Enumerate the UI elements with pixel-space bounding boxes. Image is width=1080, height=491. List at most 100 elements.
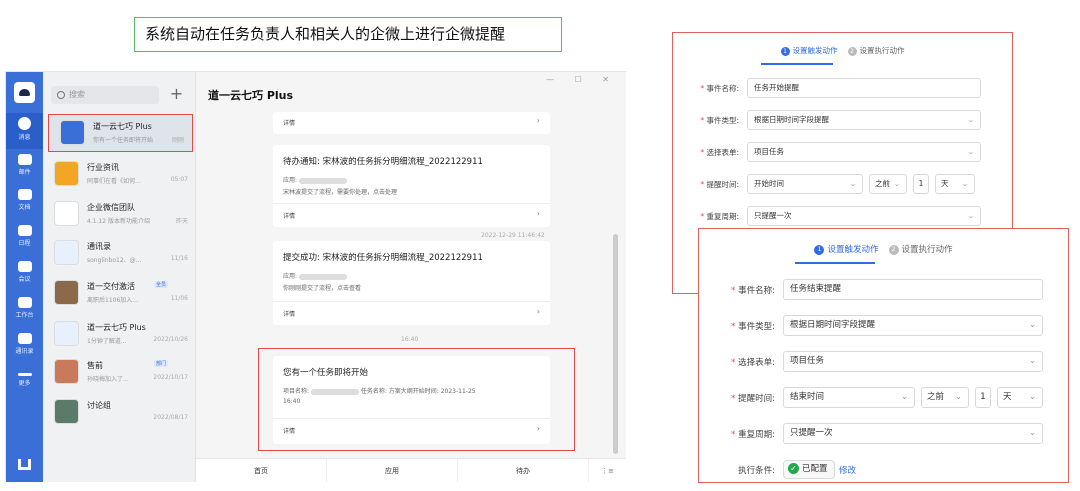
form-field[interactable]: 根据日期时间字段提醒 ⌄ [783,315,1043,336]
step-indicator: 1 设置触发动作 2 设置执行动作 [699,243,1068,255]
conversation-preview: 4.1.12 版本新功能介绍 [87,218,150,225]
mail-icon [17,154,32,165]
conversation-item[interactable]: 通讯录 songlinbo12、@... 11/16 [43,235,196,273]
exec-condition-row: 执行条件: ✓ 已配置 修改 [699,459,1068,480]
rail-workbench[interactable]: 工作台 [6,293,43,329]
form-label: 重复周期: [673,211,739,222]
form-row: 事件名称: 任务开始提醒 [673,78,1012,98]
search-input[interactable]: 搜索 [51,86,159,104]
avatar [54,161,79,186]
form-row: 选择表单: 项目任务⌄ [673,142,1012,162]
form-field[interactable]: 任务开始提醒 [747,78,981,98]
card-app-line: 应用: [283,175,347,184]
settings-icon[interactable] [18,459,31,470]
conversation-item[interactable]: 行业资讯 同事们在看《如何... 05:07 [43,156,196,194]
edit-link[interactable]: 修改 [839,464,856,476]
card-desc: 宋林波提交了流程，需要你处理，点击处理 [283,189,398,196]
chevron-down-icon: ⌄ [849,179,856,188]
avatar [54,399,79,424]
configured-badge: ✓ 已配置 [783,460,835,479]
step-trigger[interactable]: 1 设置触发动作 [814,244,879,255]
avatar [54,280,79,305]
rail-meeting[interactable]: 会议 [6,257,43,293]
chevron-down-icon: ⌄ [1028,356,1036,366]
form-row: 事件类型: 根据日期时间字段提醒⌄ [699,315,1068,336]
more-icon [17,373,32,376]
conversation-name: 企业微信团队 [87,203,135,212]
form-field[interactable]: 开始时间 ⌄ [747,174,863,194]
step-exec[interactable]: 2 设置执行动作 [847,46,905,56]
before-after-select[interactable]: 之前 ⌄ [869,174,907,194]
form-field[interactable]: 只提醒一次 ⌄ [747,206,981,226]
detail-link[interactable]: 详情 [283,211,295,220]
rail-mail[interactable]: 邮件 [6,150,43,186]
avatar [60,120,85,145]
form-label: 事件类型: [673,115,739,126]
scrollbar[interactable] [613,234,618,454]
conversation-name: 行业资讯 [87,163,119,172]
chevron-down-icon: ⌄ [900,392,908,402]
conversation-name: 售前 [87,361,103,370]
before-after-select[interactable]: 之前 ⌄ [921,387,969,408]
conversation-preview: 离职后1106加入... [87,297,138,304]
chevron-down-icon: ⌄ [961,179,968,188]
step-trigger[interactable]: 1 设置触发动作 [780,46,838,56]
rail-more[interactable]: 更多 [6,365,43,401]
offset-input[interactable]: 1 [913,174,929,194]
card-desc: 你刚刚提交了流程，点击查看 [283,285,362,292]
message-icon [18,117,31,130]
form-field[interactable]: 根据日期时间字段提醒 ⌄ [747,110,981,130]
tab-todo[interactable]: 待办 [458,459,589,482]
caption-banner: 系统自动在任务负责人和相关人的企微上进行企微提醒 [134,17,562,52]
unit-select[interactable]: 天 ⌄ [997,387,1043,408]
chevron-down-icon: ⌄ [1028,392,1036,402]
detail-link[interactable]: 详情 [283,118,295,127]
form-field[interactable]: 任务结束提醒 [783,279,1043,300]
menu-icon[interactable]: ⋮≡ [589,459,626,482]
offset-input[interactable]: 1 [975,387,991,408]
step-exec-label: 设置执行动作 [901,245,953,255]
tab-apps[interactable]: 应用 [327,459,458,482]
step-exec[interactable]: 2 设置执行动作 [888,244,953,255]
step-underline [761,63,833,65]
chevron-down-icon: ⌄ [893,179,900,188]
conversation-item[interactable]: 售前 部门 孙晓梅加入了... 2022/10/17 [43,354,196,392]
conversation-item[interactable]: 企业微信团队 4.1.12 版本新功能介绍 昨天 [43,196,196,234]
conversation-item[interactable]: 讨论组 2022/08/17 [43,394,196,432]
form-field[interactable]: 项目任务 ⌄ [783,351,1043,372]
form-row: 事件名称: 任务结束提醒 [699,279,1068,300]
rail-messages[interactable]: 消息 [6,113,43,149]
left-rail: 消息 邮件 文档 日程 会议 工作台 通讯录 更多 [6,72,43,482]
form-field[interactable]: 只提醒一次 ⌄ [783,423,1043,444]
conversation-tag: 全员 [154,281,169,288]
form-field[interactable]: 结束时间 ⌄ [783,387,915,408]
conversation-item[interactable]: 道一交付激活 全员 离职后1106加入... 11/06 [43,275,196,313]
detail-link[interactable]: 详情 [283,309,295,318]
conversation-item[interactable]: 道一云七巧 Plus 1分钟了解道... 2022/10/26 [43,316,196,354]
message-card[interactable]: 提交成功: 宋林波的任务拆分明细流程_2022122911 应用: 你刚刚提交了… [273,241,550,325]
timestamp: 2022-12-29 11:46:42 [481,232,545,239]
conversation-name: 道一交付激活 [87,282,135,291]
rail-contacts[interactable]: 通讯录 [6,329,43,365]
step-trigger-label: 设置触发动作 [792,46,838,55]
chevron-right-icon: › [536,116,540,125]
conversation-list: 搜索 + 道一云七巧 Plus 你有一个任务即将开始 刚刚 行业资讯 同事们在看《如何.… [43,72,196,482]
message-card[interactable]: 待办通知: 宋林波的任务拆分明细流程_2022122911 应用: 宋林波提交了… [273,145,550,227]
form-label: 选择表单: [699,356,775,368]
chevron-down-icon: ⌄ [1028,428,1036,438]
window-controls[interactable]: — ☐ ✕ [546,75,618,84]
avatar [54,240,79,265]
tab-home[interactable]: 首页 [196,459,327,482]
message-card[interactable]: 详情 › [273,112,550,134]
step-trigger-label: 设置触发动作 [827,245,879,255]
rail-calendar[interactable]: 日程 [6,221,43,257]
rail-docs[interactable]: 文档 [6,185,43,221]
add-button[interactable]: + [167,85,186,104]
form-label: 事件名称: [673,83,739,94]
form-row: 重复周期: 只提醒一次⌄ [699,423,1068,444]
card-title: 提交成功: 宋林波的任务拆分明细流程_2022122911 [283,253,483,263]
form-label: 提醒时间: [699,392,775,404]
form-field[interactable]: 项目任务 ⌄ [747,142,981,162]
unit-select[interactable]: 天 ⌄ [935,174,975,194]
conversation-item[interactable]: 道一云七巧 Plus 你有一个任务即将开始 刚刚 [48,114,193,152]
